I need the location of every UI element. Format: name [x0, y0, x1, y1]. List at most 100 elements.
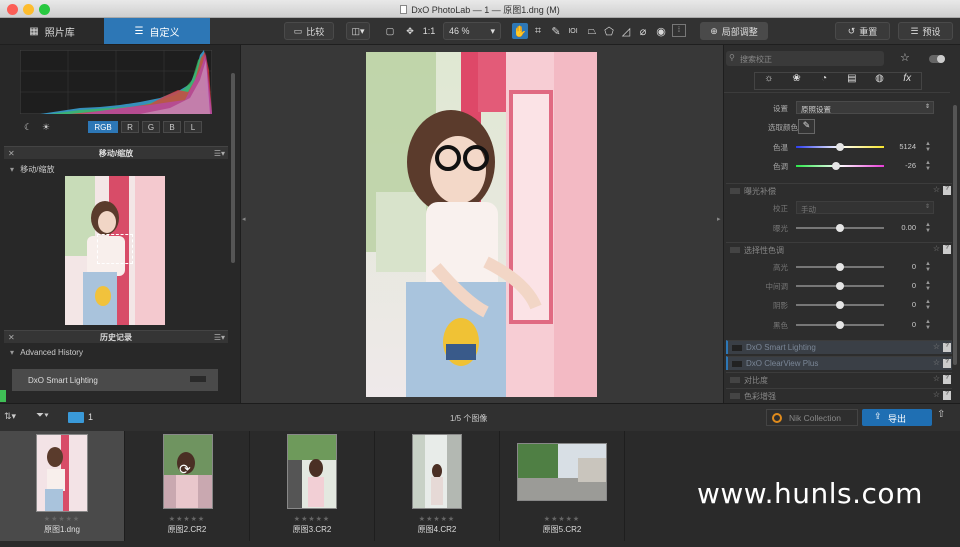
fx-tab-icon[interactable]: fx: [893, 73, 921, 89]
tint-stepper-icon[interactable]: ▲ ▼: [925, 160, 931, 172]
stepper-icon[interactable]: ▲ ▼: [925, 299, 931, 311]
share-icon[interactable]: ⇧: [937, 409, 951, 425]
tint-slider-knob[interactable]: [832, 162, 840, 170]
help-icon[interactable]: ?: [943, 343, 951, 352]
stepper-icon[interactable]: ▲ ▼: [925, 319, 931, 331]
link-icon[interactable]: ⌀: [636, 23, 650, 39]
selective-tone-header[interactable]: 选择性色调 ☆?: [726, 242, 952, 256]
exposure-slider-knob[interactable]: [836, 224, 844, 232]
menu-icon[interactable]: ☰▾: [214, 149, 225, 158]
clearview-header[interactable]: DxO ClearView Plus ☆?: [726, 356, 952, 370]
temp-stepper-icon[interactable]: ▲ ▼: [925, 141, 931, 153]
folder-icon[interactable]: [68, 412, 84, 423]
perspective-icon[interactable]: ⏢: [585, 23, 599, 39]
temp-slider[interactable]: [796, 143, 884, 151]
tab-library[interactable]: ▦ 照片库: [0, 18, 104, 44]
repair-icon[interactable]: ◿: [619, 23, 633, 39]
thumbnail-cell[interactable]: ★★★★★ 原图5.CR2: [500, 431, 625, 541]
eyedropper-icon[interactable]: ✎: [549, 23, 563, 39]
left-panel-scrollbar[interactable]: [231, 73, 235, 263]
slider-knob[interactable]: [836, 321, 844, 329]
exposure-section-header[interactable]: 曝光补偿 ☆?: [726, 183, 952, 197]
history-group[interactable]: ▾ Advanced History: [10, 348, 83, 357]
thumbnail-cell[interactable]: ★★★★★ 原图1.dng: [0, 431, 125, 541]
star-icon[interactable]: ☆: [933, 185, 940, 194]
eyedropper-icon[interactable]: ✎: [798, 119, 815, 134]
rating-stars[interactable]: ★★★★★: [125, 515, 249, 523]
close-icon[interactable]: ✕: [8, 333, 15, 342]
star-icon[interactable]: ☆: [933, 342, 940, 351]
channel-r-button[interactable]: R: [121, 121, 139, 133]
reset-button[interactable]: ↺ 重置: [835, 22, 890, 40]
rating-stars[interactable]: ★★★★★: [0, 515, 124, 523]
collapse-left-icon[interactable]: ◂: [242, 215, 246, 223]
channel-l-button[interactable]: L: [184, 121, 202, 133]
fit-button[interactable]: ▢: [380, 22, 400, 40]
tint-slider[interactable]: [796, 162, 884, 170]
star-icon[interactable]: ☆: [933, 358, 940, 367]
temp-slider-knob[interactable]: [836, 143, 844, 151]
rating-stars[interactable]: ★★★★★: [500, 515, 624, 523]
horizon-icon[interactable]: IOI: [566, 23, 580, 39]
collapse-right-icon[interactable]: ▸: [717, 215, 721, 223]
rating-stars[interactable]: ★★★★★: [375, 515, 499, 523]
stepper-icon[interactable]: ▲ ▼: [925, 280, 931, 292]
channel-g-button[interactable]: G: [142, 121, 160, 133]
help-icon[interactable]: ?: [943, 359, 951, 368]
enable-checkbox[interactable]: [730, 393, 740, 399]
exposure-mode-select[interactable]: 手动 ⇕: [796, 201, 934, 214]
compare-button[interactable]: ▭ 比较: [284, 22, 334, 40]
color-boost-header[interactable]: 色彩增强 ☆?: [726, 388, 952, 402]
contrast-header[interactable]: 对比度 ☆?: [726, 372, 952, 386]
help-icon[interactable]: ?: [943, 375, 951, 384]
nik-collection-button[interactable]: Nik Collection: [766, 409, 858, 426]
wb-setting-select[interactable]: 原照设置 ⇕: [796, 101, 934, 114]
exposure-slider[interactable]: [796, 224, 884, 232]
tab-customize[interactable]: ☰ 自定义: [104, 18, 210, 44]
help-icon[interactable]: ?: [943, 391, 951, 400]
star-icon[interactable]: ☆: [933, 244, 940, 253]
grid-overlay-icon[interactable]: ⁞: [672, 24, 686, 37]
film-tab-icon[interactable]: ◍: [866, 73, 894, 89]
thumbnail-cell[interactable]: ★★★★★ 原图3.CR2: [250, 431, 375, 541]
menu-icon[interactable]: ☰▾: [214, 333, 225, 342]
preset-button[interactable]: ☰ 预设: [898, 22, 953, 40]
image-viewer[interactable]: ◂ ▸: [240, 45, 724, 403]
shadows-slider[interactable]: [796, 301, 884, 309]
thumbnail-cell[interactable]: ⟳ ★★★★★ 原图2.CR2: [125, 431, 250, 541]
history-header[interactable]: ✕ 历史记录 ☰▾: [4, 330, 228, 343]
zoom-select[interactable]: 46 % ▾: [443, 22, 501, 40]
star-icon[interactable]: ☆: [933, 374, 940, 383]
volume-deformation-icon[interactable]: ⬠: [602, 23, 616, 39]
enable-checkbox[interactable]: [732, 361, 742, 367]
exposure-stepper-icon[interactable]: ▲ ▼: [925, 222, 931, 234]
export-button[interactable]: ⇪ 导出: [862, 409, 932, 426]
enable-checkbox[interactable]: [732, 345, 742, 351]
history-item[interactable]: DxO Smart Lighting: [12, 369, 218, 391]
ratio-button[interactable]: 1:1: [419, 22, 439, 40]
geometry-tab-icon[interactable]: ▤: [838, 73, 866, 89]
slider-knob[interactable]: [836, 301, 844, 309]
slider-knob[interactable]: [836, 263, 844, 271]
rating-stars[interactable]: ★★★★★: [250, 515, 374, 523]
toggle-switch[interactable]: [929, 55, 945, 63]
sort-icon[interactable]: ⇅▾: [4, 411, 16, 422]
blacks-slider[interactable]: [796, 321, 884, 329]
move-zoom-subheader[interactable]: ▾ 移动/缩放: [10, 164, 54, 175]
detail-tab-icon[interactable]: ◔: [810, 73, 838, 89]
layout-button[interactable]: ◫▾: [346, 22, 370, 40]
filter-icon[interactable]: ⏷▾: [36, 410, 49, 421]
hand-tool-icon[interactable]: ✋: [512, 23, 528, 39]
help-icon[interactable]: ?: [943, 186, 951, 195]
highlights-slider[interactable]: [796, 263, 884, 271]
light-tab-icon[interactable]: ☼: [755, 73, 783, 89]
help-icon[interactable]: ?: [943, 245, 951, 254]
navigator-thumbnail[interactable]: [65, 176, 165, 325]
thumbnail-cell[interactable]: ★★★★★ 原图4.CR2: [375, 431, 500, 541]
highlight-clip-icon[interactable]: ☀: [42, 122, 50, 133]
eye-icon[interactable]: ◉: [654, 23, 668, 39]
star-icon[interactable]: ☆: [900, 51, 910, 64]
shadow-clip-icon[interactable]: ☾: [24, 122, 32, 133]
channel-rgb-button[interactable]: RGB: [88, 121, 118, 133]
midtones-slider[interactable]: [796, 282, 884, 290]
